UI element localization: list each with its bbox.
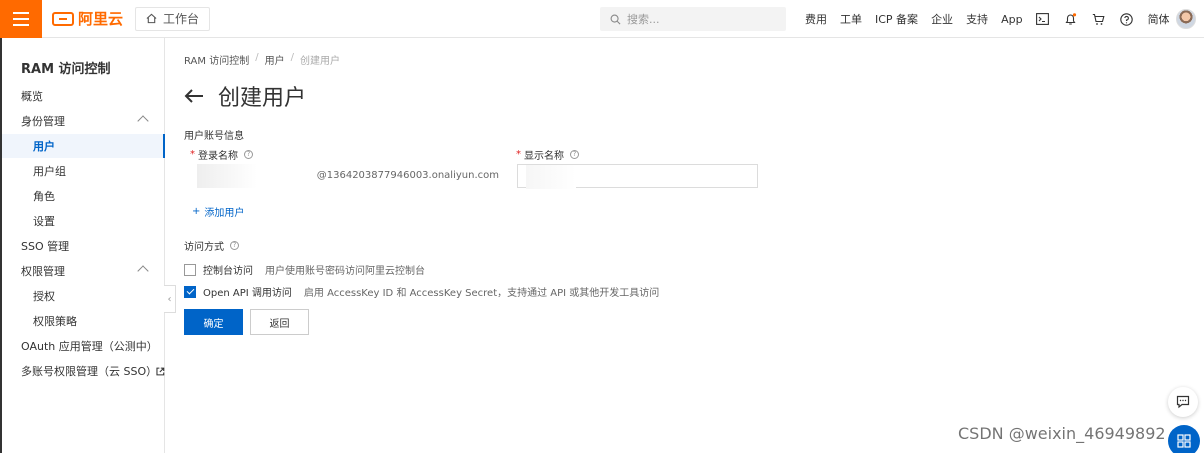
search-icon [610, 14, 621, 24]
feedback-button[interactable] [1168, 387, 1198, 417]
sidebar-item-label: 用户 [33, 140, 55, 153]
breadcrumb-separator: / [290, 52, 294, 63]
sidebar-item-groups[interactable]: 用户组 [2, 159, 165, 183]
nav-app[interactable]: App [1001, 13, 1023, 26]
sidebar-item-permissions[interactable]: 权限管理 [2, 259, 165, 283]
sidebar-item-roles[interactable]: 角色 [2, 184, 165, 208]
grid-icon [1177, 434, 1191, 448]
nav-enterprise[interactable]: 企业 [931, 11, 953, 27]
sidebar: RAM 访问控制 概览 身份管理 用户 用户组 角色 设置 SSO 管理 权限管… [0, 38, 165, 453]
aliyun-logo-icon [52, 11, 74, 26]
nav-support[interactable]: 支持 [966, 11, 988, 27]
menu-icon[interactable] [0, 0, 42, 38]
sidebar-item-cloud-sso[interactable]: 多账号权限管理（云 SSO） [2, 359, 165, 383]
api-access-label[interactable]: Open API 调用访问 [203, 284, 292, 299]
language-switch[interactable]: 简体 [1148, 11, 1170, 27]
login-name-label: * 登录名称 ? [190, 147, 253, 162]
sidebar-item-label: 授权 [33, 290, 55, 303]
chevron-up-icon [137, 265, 149, 277]
terminal-icon[interactable] [1036, 12, 1050, 26]
workbench-button[interactable]: 工作台 [135, 6, 211, 31]
redacted-value [526, 165, 576, 189]
plus-icon: + [192, 206, 201, 217]
help-icon[interactable]: ? [230, 241, 239, 250]
cart-icon[interactable] [1092, 12, 1106, 26]
sidebar-item-grants[interactable]: 授权 [2, 284, 165, 308]
console-access-checkbox[interactable] [184, 263, 196, 276]
breadcrumb: RAM 访问控制 / 用户 / 创建用户 [184, 52, 340, 67]
display-name-label: * 显示名称 ? [516, 147, 579, 162]
chat-icon [1176, 395, 1190, 409]
sidebar-item-oauth[interactable]: OAuth 应用管理（公测中） [2, 334, 165, 358]
sidebar-item-label: 权限策略 [33, 315, 77, 328]
home-icon [146, 13, 157, 24]
add-user-label: 添加用户 [204, 208, 245, 219]
redacted-value [197, 164, 257, 188]
nav-icp[interactable]: ICP 备案 [875, 11, 918, 27]
page-title-row: 创建用户 [184, 80, 306, 112]
login-name-text: 登录名称 [198, 151, 238, 162]
help-icon[interactable] [1120, 12, 1134, 26]
search-placeholder: 搜索... [627, 13, 660, 26]
sidebar-item-settings[interactable]: 设置 [2, 209, 165, 233]
sidebar-item-label: 多账号权限管理（云 SSO） [21, 365, 158, 378]
sidebar-item-label: 设置 [33, 215, 55, 228]
display-name-input[interactable] [517, 164, 758, 189]
console-access-row: 控制台访问 用户使用账号密码访问阿里云控制台 [184, 262, 425, 277]
chevron-up-icon [137, 115, 149, 127]
help-icon[interactable]: ? [244, 150, 253, 159]
help-icon[interactable]: ? [570, 150, 579, 159]
sidebar-item-label: SSO 管理 [21, 240, 70, 253]
required-mark: * [516, 149, 521, 160]
sidebar-item-label: 用户组 [33, 165, 66, 178]
avatar[interactable] [1176, 9, 1196, 29]
back-arrow-icon[interactable] [184, 88, 204, 104]
brand-logo[interactable]: 阿里云 [52, 8, 123, 29]
watermark: CSDN @weixin_46949892 [958, 424, 1166, 443]
chevron-left-icon: ‹ [167, 293, 172, 305]
bell-icon[interactable] [1064, 12, 1078, 26]
access-method-label: 访问方式 ? [184, 238, 239, 253]
breadcrumb-current: 创建用户 [299, 56, 340, 67]
api-access-desc: 启用 AccessKey ID 和 AccessKey Secret，支持通过 … [303, 288, 660, 299]
access-method-text: 访问方式 [184, 242, 224, 253]
nav-fees[interactable]: 费用 [805, 11, 827, 27]
sidebar-item-label: 概览 [21, 90, 43, 103]
workbench-label: 工作台 [163, 12, 200, 26]
confirm-button[interactable]: 确定 [184, 309, 243, 335]
api-access-checkbox[interactable] [184, 285, 196, 298]
back-button[interactable]: 返回 [250, 309, 309, 335]
login-name-input[interactable]: @1364203877946003.onaliyun.com [197, 164, 507, 188]
sidebar-item-identity[interactable]: 身份管理 [2, 109, 165, 133]
display-name-text: 显示名称 [524, 151, 564, 162]
sidebar-item-label: OAuth 应用管理（公测中） [21, 340, 158, 353]
search-input[interactable]: 搜索... [600, 7, 786, 31]
sidebar-item-sso[interactable]: SSO 管理 [2, 234, 165, 258]
login-name-suffix: @1364203877946003.onaliyun.com [316, 170, 499, 181]
top-nav: 费用 工单 ICP 备案 企业 支持 App 简体 [805, 0, 1183, 38]
sidebar-item-label: 权限管理 [21, 265, 65, 278]
breadcrumb-separator: / [255, 52, 259, 63]
brand-name: 阿里云 [78, 10, 124, 28]
page-title: 创建用户 [218, 86, 307, 111]
assistant-button[interactable] [1168, 425, 1200, 453]
sidebar-item-users[interactable]: 用户 [2, 134, 165, 158]
api-access-row: Open API 调用访问 启用 AccessKey ID 和 AccessKe… [184, 284, 659, 299]
sidebar-title: RAM 访问控制 [21, 62, 111, 77]
sidebar-item-label: 角色 [33, 190, 55, 203]
sidebar-item-overview[interactable]: 概览 [2, 84, 165, 108]
breadcrumb-ram[interactable]: RAM 访问控制 [184, 52, 249, 67]
sidebar-collapse-button[interactable]: ‹ [164, 285, 176, 313]
breadcrumb-users[interactable]: 用户 [265, 52, 285, 67]
section-account-info: 用户账号信息 [184, 131, 244, 142]
required-mark: * [190, 149, 195, 160]
console-access-desc: 用户使用账号密码访问阿里云控制台 [265, 266, 425, 277]
nav-tickets[interactable]: 工单 [840, 11, 862, 27]
console-access-label[interactable]: 控制台访问 [203, 262, 253, 277]
sidebar-item-policies[interactable]: 权限策略 [2, 309, 165, 333]
sidebar-item-label: 身份管理 [21, 115, 65, 128]
external-link-icon [156, 367, 165, 375]
add-user-button[interactable]: + 添加用户 [192, 204, 244, 219]
